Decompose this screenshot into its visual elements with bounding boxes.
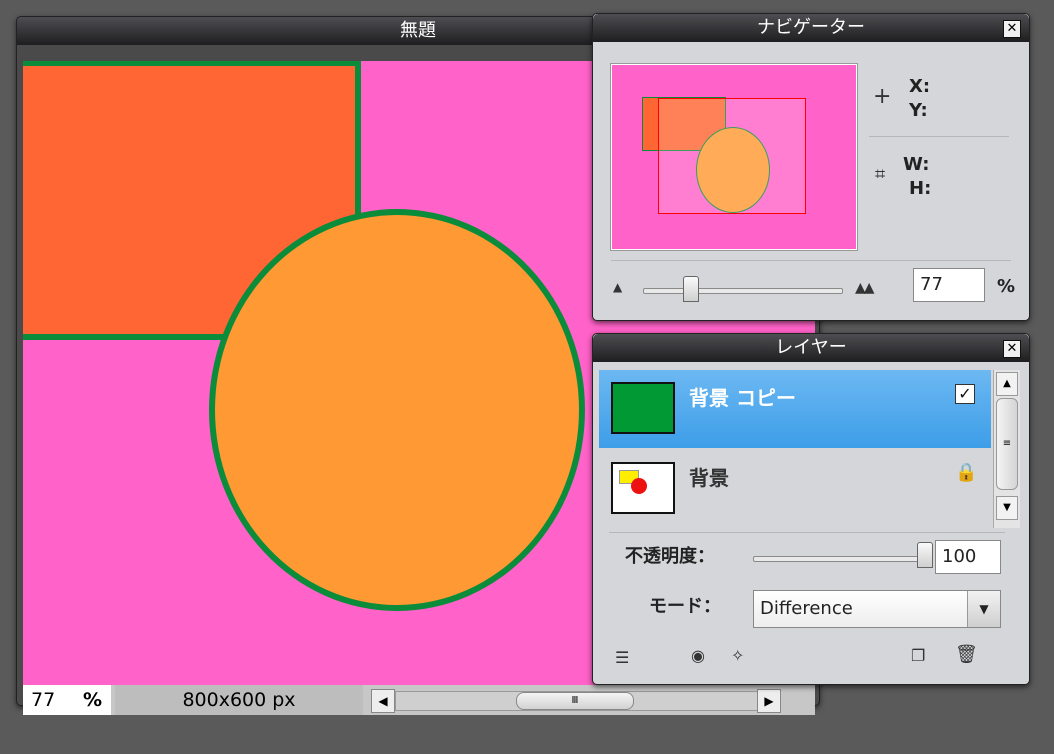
layers-panel: レイヤー ✕ 背景 コピー ✓ 背景 🔒 ▲ ≡ ▼ 不透明度： 100 モード… (592, 333, 1030, 685)
mask-icon[interactable]: ◉ (691, 646, 705, 665)
hscroll-track[interactable]: Ⅲ (395, 691, 771, 711)
divider (609, 532, 1005, 533)
layer-thumbnail (611, 462, 675, 514)
crop-icon: ⌗ (875, 164, 886, 185)
layer-row[interactable]: 背景 🔒 (599, 450, 991, 528)
canvas-statusbar: 77 % 800x600 px ◀ Ⅲ ▶ (23, 685, 815, 715)
w-label: W: (903, 154, 930, 175)
crosshair-icon: + (873, 84, 892, 109)
layers-title: レイヤー (775, 337, 847, 358)
navigator-titlebar[interactable]: ナビゲーター ✕ (593, 14, 1029, 42)
navigator-panel: ナビゲーター ✕ + X: Y: ⌗ W: H: ▲ ▲▲ 77 % (592, 13, 1030, 321)
hscroll-left-button[interactable]: ◀ (371, 689, 395, 713)
zoom-in-icon[interactable]: ▲▲ (855, 280, 874, 296)
viewport-frame[interactable] (658, 98, 806, 214)
zoom-unit: % (83, 689, 103, 711)
opacity-slider[interactable] (753, 556, 927, 562)
layer-thumbnail (611, 382, 675, 434)
canvas-window-title: 無題 (400, 20, 436, 41)
h-label: H: (909, 178, 932, 199)
ellipse-shape[interactable] (209, 209, 585, 611)
scroll-thumb[interactable]: ≡ (996, 398, 1018, 490)
opacity-label: 不透明度： (625, 546, 715, 567)
layers-titlebar[interactable]: レイヤー ✕ (593, 334, 1029, 362)
image-dimensions: 800x600 px (115, 685, 363, 715)
x-label: X: (909, 76, 931, 97)
opacity-input[interactable]: 100 (935, 540, 1001, 574)
zoom-slider[interactable] (643, 288, 843, 294)
lock-icon[interactable]: 🔒 (955, 462, 977, 488)
close-icon[interactable]: ✕ (1003, 340, 1021, 358)
blend-mode-select[interactable]: Difference ▼ (753, 590, 1001, 628)
zoom-input[interactable]: 77 (913, 268, 985, 302)
navigator-title: ナビゲーター (757, 17, 865, 38)
layer-visibility-checkbox[interactable]: ✓ (955, 384, 975, 404)
layers-scrollbar[interactable]: ▲ ≡ ▼ (993, 370, 1020, 528)
scroll-down-button[interactable]: ▼ (996, 496, 1018, 520)
image-dimensions-text: 800x600 px (182, 689, 296, 711)
hscroll-thumb[interactable]: Ⅲ (516, 692, 634, 710)
hscroll-right-button[interactable]: ▶ (757, 689, 781, 713)
opacity-value: 100 (942, 546, 977, 567)
navigator-preview[interactable] (610, 63, 858, 251)
chevron-down-icon[interactable]: ▼ (967, 591, 1000, 627)
y-label: Y: (909, 100, 928, 121)
zoom-field[interactable]: 77 % (23, 685, 111, 715)
zoom-out-icon[interactable]: ▲ (613, 280, 622, 294)
zoom-input-value: 77 (920, 274, 943, 295)
layer-row[interactable]: 背景 コピー ✓ (599, 370, 991, 448)
thumb-circle (631, 478, 647, 494)
divider (869, 136, 1009, 137)
blend-mode-value: Difference (760, 598, 853, 619)
divider (611, 260, 1011, 261)
close-icon[interactable]: ✕ (1003, 20, 1021, 38)
layer-name: 背景 コピー (689, 386, 796, 410)
opacity-slider-thumb[interactable] (917, 542, 933, 568)
layer-name: 背景 (689, 466, 729, 490)
new-layer-icon[interactable]: ❐ (911, 646, 925, 665)
zoom-value: 77 (31, 689, 56, 711)
trash-icon[interactable]: 🗑 (955, 644, 978, 665)
scroll-up-button[interactable]: ▲ (996, 372, 1018, 396)
zoom-percent-label: % (997, 276, 1016, 297)
layer-options-icon[interactable]: ☰ (615, 648, 629, 667)
effects-icon[interactable]: ✧ (731, 646, 744, 665)
zoom-slider-thumb[interactable] (683, 276, 699, 302)
mode-label: モード： (649, 596, 721, 617)
